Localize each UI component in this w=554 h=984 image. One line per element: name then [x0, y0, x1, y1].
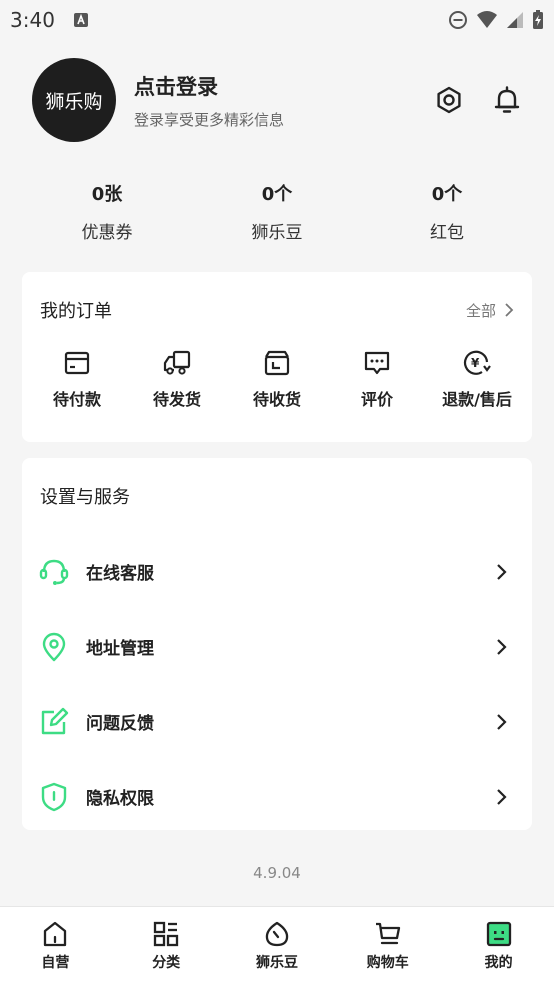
order-label: 退款/售后 [442, 390, 512, 409]
cellular-signal-icon [507, 12, 523, 28]
settings-icon[interactable] [434, 85, 464, 115]
order-pending-payment[interactable]: 待付款 [30, 348, 124, 410]
tab-label: 狮乐豆 [255, 954, 298, 971]
chevron-right-icon [497, 788, 507, 805]
login-prompt[interactable]: 点击登录 登录享受更多精彩信息 [134, 71, 434, 130]
truck-icon [163, 350, 191, 375]
service-feedback[interactable]: 问题反馈 [22, 684, 532, 759]
comment-icon [364, 351, 390, 375]
stat-label: 优惠券 [81, 223, 133, 243]
cart-icon [375, 922, 400, 944]
stat-label: 红包 [430, 223, 464, 243]
service-address-management[interactable]: 地址管理 [22, 609, 532, 684]
order-label: 评价 [360, 390, 393, 409]
login-subtitle: 登录享受更多精彩信息 [134, 110, 285, 129]
chevron-right-icon [505, 303, 514, 317]
header-actions [434, 85, 522, 115]
stat-value: 0个 [261, 184, 293, 205]
profile-header: 狮乐购 点击登录 登录享受更多精彩信息 [32, 58, 522, 142]
shield-icon [41, 782, 67, 811]
order-label: 待发货 [152, 390, 201, 409]
order-status-row: 待付款 待发货 待收货 评价 ¥ 退款/售后 [22, 348, 532, 410]
app-notification-icon [73, 13, 88, 27]
do-not-disturb-icon [449, 11, 467, 29]
headset-icon [39, 559, 69, 585]
stat-beans[interactable]: 0个 狮乐豆 [207, 180, 347, 250]
service-privacy-permissions[interactable]: 隐私权限 [22, 759, 532, 834]
all-orders-label: 全部 [465, 301, 496, 320]
location-icon [42, 632, 66, 661]
order-pending-shipment[interactable]: 待发货 [130, 348, 224, 410]
status-left: 3:40 [10, 8, 89, 32]
refund-icon: ¥ [463, 350, 491, 375]
tab-label: 自营 [41, 954, 70, 971]
tab-label: 购物车 [366, 954, 409, 971]
orders-header: 我的订单 全部 [22, 272, 532, 348]
order-label: 待付款 [52, 390, 101, 409]
account-stats: 0张 优惠券 0个 狮乐豆 0个 红包 [22, 180, 532, 250]
clock: 3:40 [10, 8, 55, 32]
chevron-right-icon [497, 638, 507, 655]
chevron-right-icon [497, 713, 507, 730]
service-label: 地址管理 [86, 639, 154, 659]
stat-red-packets[interactable]: 0个 红包 [377, 180, 517, 250]
tab-self-operated[interactable]: 自营 [5, 920, 105, 972]
bell-icon[interactable] [492, 85, 522, 115]
services-title: 设置与服务 [40, 487, 130, 508]
order-refund[interactable]: ¥ 退款/售后 [430, 348, 524, 410]
stat-label: 狮乐豆 [251, 223, 303, 243]
tab-label: 我的 [484, 954, 513, 971]
tab-mine[interactable]: 我的 [449, 920, 549, 972]
tab-label: 分类 [152, 954, 181, 971]
services-header: 设置与服务 [22, 458, 532, 534]
bottom-tab-bar: 自营 分类 狮乐豆 购物车 我的 [0, 906, 554, 984]
service-label: 隐私权限 [86, 789, 154, 809]
bean-icon [265, 921, 289, 946]
wifi-icon [477, 11, 497, 28]
profile-icon [486, 921, 511, 946]
battery-charging-icon [533, 10, 543, 29]
tab-lion-beans[interactable]: 狮乐豆 [227, 920, 327, 972]
avatar[interactable]: 狮乐购 [32, 58, 116, 142]
avatar-logo-text: 狮乐购 [45, 90, 103, 113]
stat-value: 0张 [91, 184, 123, 205]
stat-coupons[interactable]: 0张 优惠券 [37, 180, 177, 250]
stat-value: 0个 [431, 184, 463, 205]
my-orders-card: 我的订单 全部 待付款 待发货 待收货 评价 ¥ 退款/售后 [22, 272, 532, 442]
tab-categories[interactable]: 分类 [116, 920, 216, 972]
settings-services-card: 设置与服务 在线客服 地址管理 问题反馈 隐私权限 [22, 458, 532, 830]
status-bar: 3:40 [0, 0, 554, 40]
service-label: 在线客服 [86, 564, 154, 584]
svg-text:¥: ¥ [471, 356, 480, 370]
order-review[interactable]: 评价 [330, 348, 424, 410]
grid-icon [154, 921, 179, 946]
wallet-icon [64, 351, 90, 375]
tab-cart[interactable]: 购物车 [338, 920, 438, 972]
service-label: 问题反馈 [86, 714, 154, 734]
app-version: 4.9.04 [253, 864, 301, 882]
login-title[interactable]: 点击登录 [134, 71, 434, 101]
status-right [448, 10, 544, 30]
home-icon [44, 921, 67, 946]
all-orders-link[interactable]: 全部 [466, 300, 514, 321]
service-customer-support[interactable]: 在线客服 [22, 534, 532, 609]
edit-icon [41, 707, 69, 734]
order-pending-receipt[interactable]: 待收货 [230, 348, 324, 410]
orders-title: 我的订单 [40, 301, 112, 322]
order-label: 待收货 [252, 390, 301, 409]
box-icon [264, 350, 290, 376]
chevron-right-icon [497, 563, 507, 580]
